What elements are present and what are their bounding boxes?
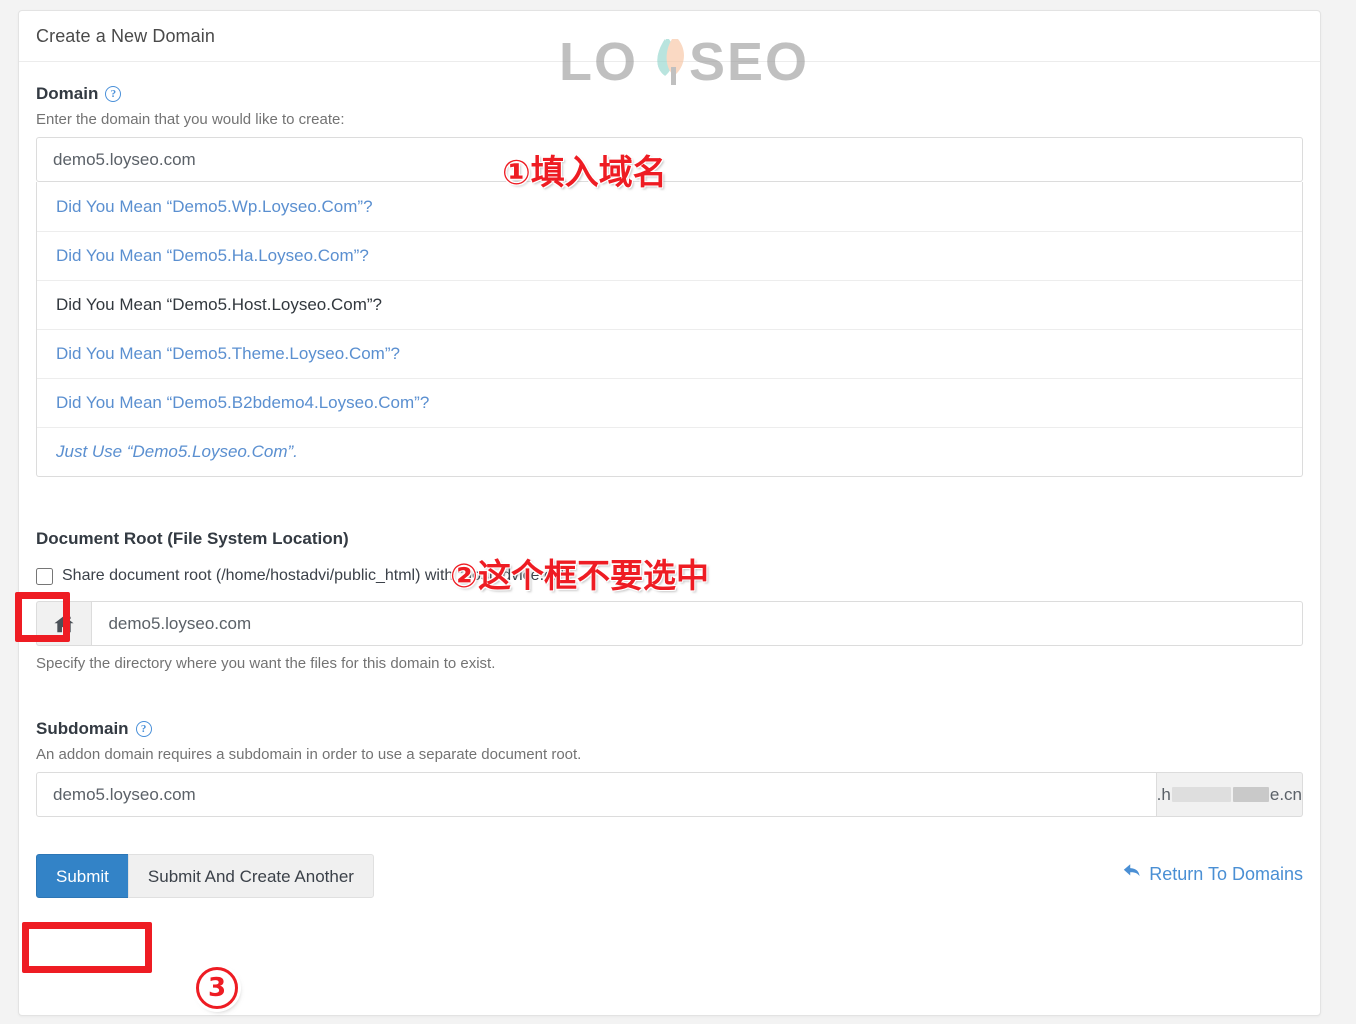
subdomain-label-row: Subdomain ? bbox=[36, 719, 1303, 739]
share-document-root-row[interactable]: Share document root (/home/hostadvi/publ… bbox=[36, 563, 1303, 589]
domain-label-row: Domain ? bbox=[36, 84, 1303, 104]
card-body: Domain ? Enter the domain that you would… bbox=[19, 62, 1320, 898]
redaction-block bbox=[1232, 787, 1269, 802]
domain-suggestion-list: Did You Mean “Demo5.Wp.Loyseo.Com”? Did … bbox=[36, 182, 1303, 477]
domain-section: Domain ? Enter the domain that you would… bbox=[36, 84, 1303, 477]
subdomain-section: Subdomain ? An addon domain requires a s… bbox=[36, 719, 1303, 817]
subdomain-suffix: .h e.cn bbox=[1156, 772, 1303, 817]
share-document-root-checkbox[interactable] bbox=[36, 567, 53, 585]
subdomain-suffix-prefix: .h bbox=[1156, 784, 1171, 804]
document-root-input-group bbox=[36, 601, 1303, 646]
screenshot-root: Create a New Domain Domain ? Enter the d… bbox=[0, 0, 1356, 1024]
list-item[interactable]: Did You Mean “Demo5.Ha.Loyseo.Com”? bbox=[37, 231, 1302, 280]
submit-and-create-another-button[interactable]: Submit And Create Another bbox=[127, 854, 374, 898]
return-to-domains-link[interactable]: Return To Domains bbox=[1123, 863, 1303, 885]
domain-input[interactable] bbox=[36, 137, 1303, 182]
question-circle-icon[interactable]: ? bbox=[135, 721, 152, 737]
document-root-label: Document Root (File System Location) bbox=[36, 529, 349, 548]
back-arrow-icon bbox=[1123, 863, 1142, 885]
form-actions: Submit Submit And Create Another Return … bbox=[36, 854, 1303, 898]
submit-button[interactable]: Submit bbox=[36, 854, 129, 898]
list-item[interactable]: Did You Mean “Demo5.Theme.Loyseo.Com”? bbox=[37, 329, 1302, 378]
subdomain-hint: An addon domain requires a subdomain in … bbox=[36, 746, 582, 763]
document-root-section: Document Root (File System Location) Sha… bbox=[36, 529, 1303, 672]
subdomain-suffix-tail: e.cn bbox=[1269, 784, 1302, 804]
list-item[interactable]: Did You Mean “Demo5.B2bdemo4.Loyseo.Com”… bbox=[37, 378, 1302, 427]
return-to-domains-label: Return To Domains bbox=[1149, 863, 1303, 884]
create-domain-card: Create a New Domain Domain ? Enter the d… bbox=[18, 10, 1321, 1016]
redaction-block bbox=[1171, 787, 1231, 802]
list-item[interactable]: Did You Mean “Demo5.Wp.Loyseo.Com”? bbox=[37, 182, 1302, 231]
subdomain-input[interactable] bbox=[36, 772, 1157, 817]
subdomain-input-group: .h e.cn bbox=[36, 772, 1303, 817]
domain-label: Domain bbox=[36, 84, 99, 103]
page-title: Create a New Domain bbox=[36, 25, 215, 46]
share-document-root-label: Share document root (/home/hostadvi/publ… bbox=[62, 567, 571, 584]
card-header: Create a New Domain bbox=[19, 11, 1320, 62]
question-circle-icon[interactable]: ? bbox=[105, 86, 122, 102]
subdomain-label: Subdomain bbox=[36, 719, 129, 738]
document-root-input[interactable] bbox=[91, 601, 1303, 646]
document-root-help: Specify the directory where you want the… bbox=[36, 655, 496, 672]
home-icon bbox=[36, 601, 92, 646]
list-item[interactable]: Did You Mean “Demo5.Host.Loyseo.Com”? bbox=[37, 280, 1302, 329]
list-item[interactable]: Just Use “Demo5.Loyseo.Com”. bbox=[37, 427, 1302, 476]
domain-hint: Enter the domain that you would like to … bbox=[36, 111, 345, 128]
